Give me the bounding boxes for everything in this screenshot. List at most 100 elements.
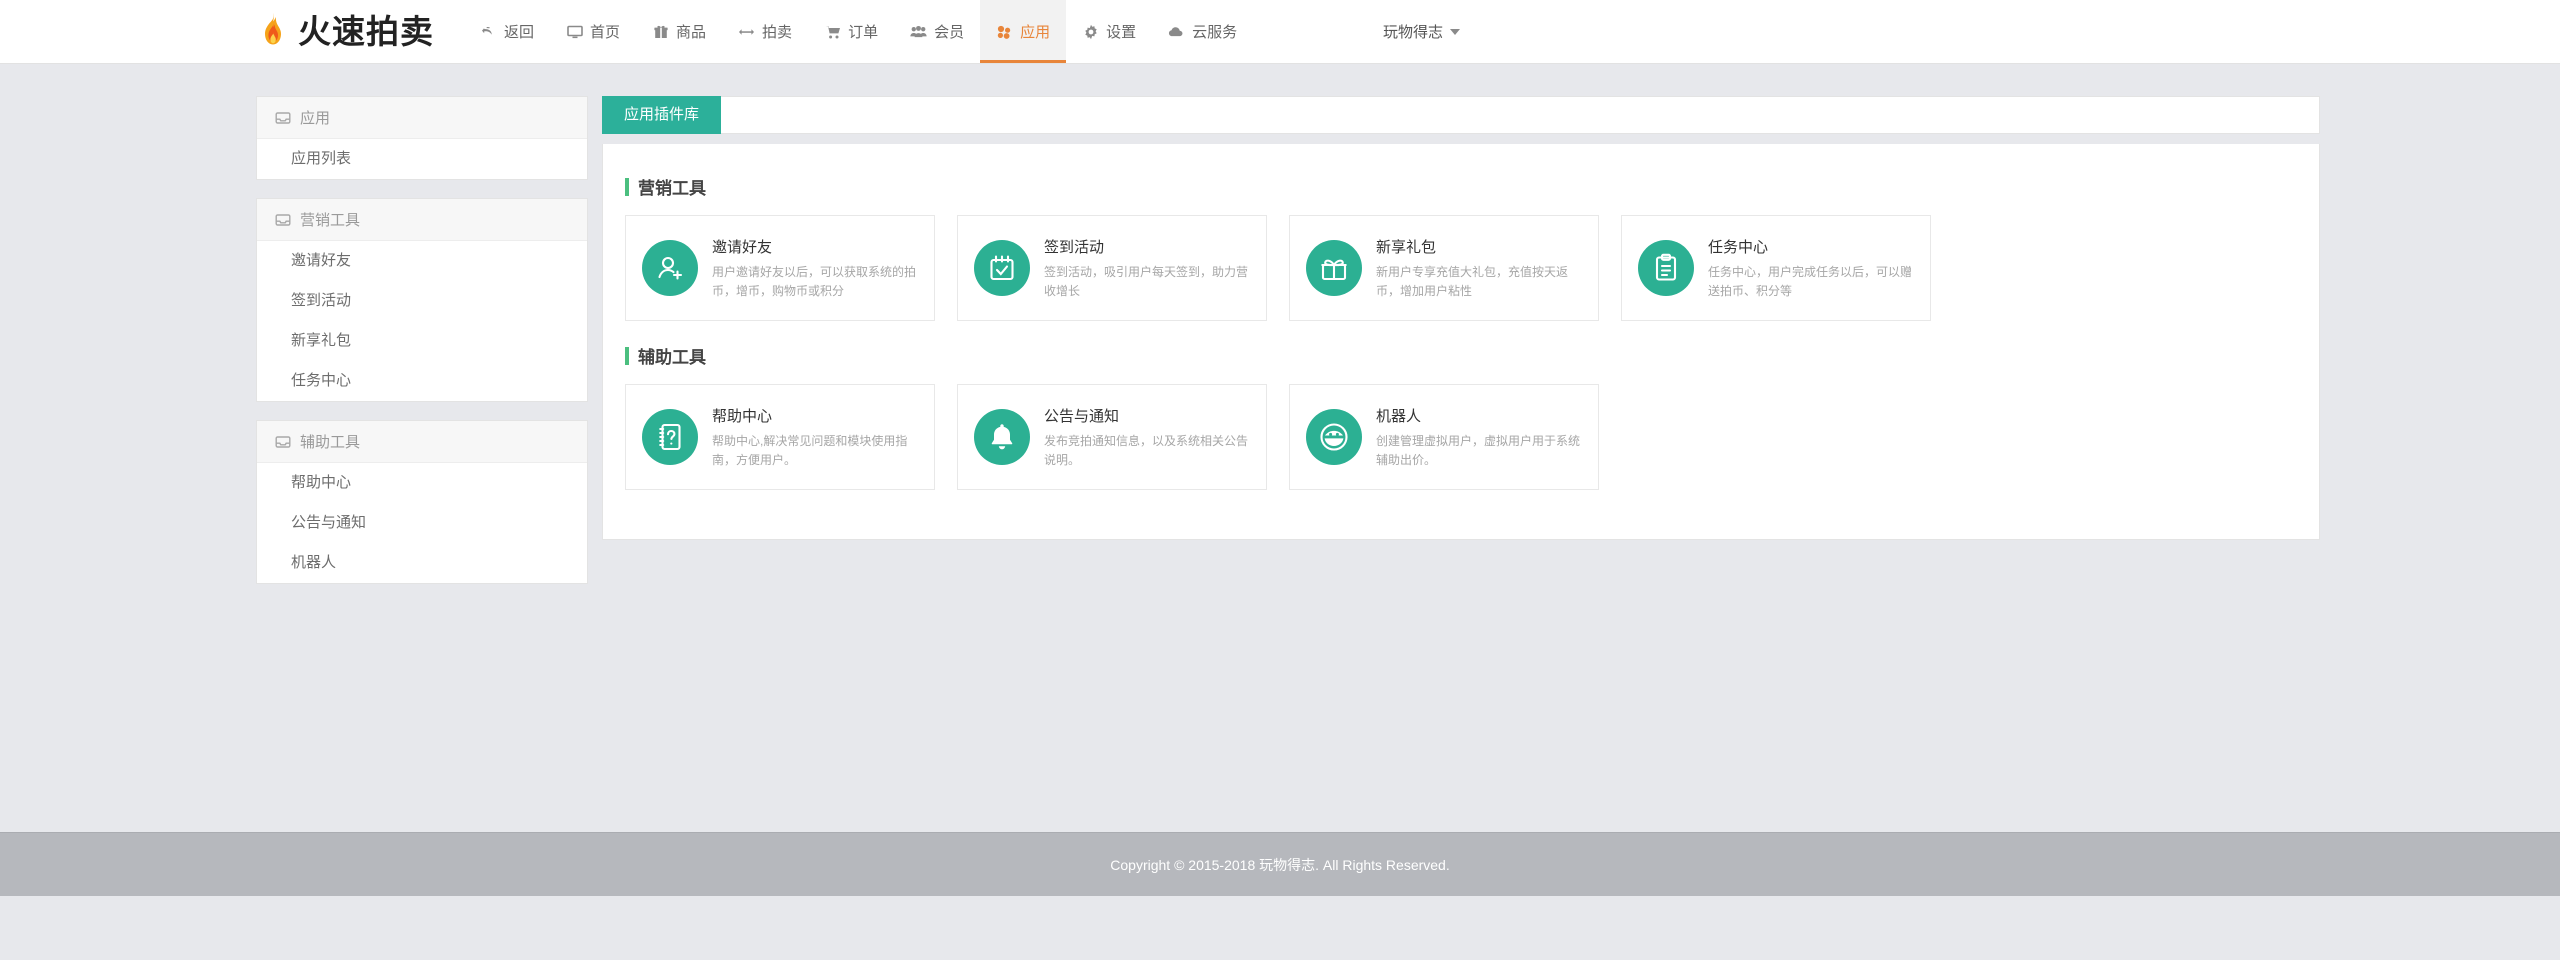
card-description: 用户邀请好友以后，可以获取系统的拍币，增币，购物币或积分 [712,264,917,298]
brand-name: 火速拍卖 [298,13,434,50]
nav-item-members[interactable]: 会员 [894,0,980,63]
desktop-monitor-icon [566,23,583,40]
card-description: 新用户专享充值大礼包，充值按天返币，增加用户粘性 [1376,264,1569,298]
content-area: 应用插件库 营销工具 邀请好友 用户邀请好友以后，可以获取系统的拍币，增币，购物… [602,96,2320,540]
page-body: 应用 应用列表 营销工具 邀请好友 签到活动 新享礼包 任务中心 辅助工具 帮助… [0,64,2560,896]
inbox-tray-icon [275,434,291,450]
content-panel: 营销工具 邀请好友 用户邀请好友以后，可以获取系统的拍币，增币，购物币或积分 签… [602,144,2320,540]
app-card-checkin-activity[interactable]: 签到活动 签到活动，吸引用户每天签到，助力营收增长 [957,215,1267,321]
app-card-task-center[interactable]: 任务中心 任务中心，用户完成任务以后，可以赠送拍币、积分等 [1621,215,1931,321]
app-card-robot[interactable]: 机器人 创建管理虚拟用户，虚拟用户用于系统辅助出价。 [1289,384,1599,490]
sidebar-item-task-center[interactable]: 任务中心 [257,361,587,401]
card-body: 机器人 创建管理虚拟用户，虚拟用户用于系统辅助出价。 [1376,405,1582,469]
brand-logo[interactable]: 火速拍卖 [0,0,464,63]
undo-arrow-icon [480,23,497,40]
card-description: 任务中心，用户完成任务以后，可以赠送拍币、积分等 [1708,264,1913,298]
card-body: 邀请好友 用户邀请好友以后，可以获取系统的拍币，增币，购物币或积分 [712,236,918,300]
nav-item-label: 设置 [1106,24,1137,41]
gift-box-icon [652,23,669,40]
sidebar-group-title: 应用 [300,110,331,127]
sidebar-group-title: 营销工具 [300,212,361,229]
nav-item-auction[interactable]: 拍卖 [722,0,808,63]
calendar-check-icon [974,240,1030,296]
section-title-label: 营销工具 [638,179,706,198]
cloud-icon [1168,23,1185,40]
tab-app-plugin-library[interactable]: 应用插件库 [602,96,722,134]
sidebar-group-marketing: 营销工具 邀请好友 签到活动 新享礼包 任务中心 [256,198,588,402]
sidebar-group-header: 应用 [257,97,587,139]
tab-bar: 应用插件库 [602,96,2320,134]
inbox-tray-icon [275,212,291,228]
sidebar-group-title: 辅助工具 [300,434,361,451]
app-card-newcomer-giftpack[interactable]: 新享礼包 新用户专享充值大礼包，充值按天返币，增加用户粘性 [1289,215,1599,321]
copyright-text: Copyright © 2015-2018 玩物得志. All Rights R… [1110,856,1450,873]
sidebar-group-apps: 应用 应用列表 [256,96,588,180]
user-plus-icon [642,240,698,296]
nav-item-apps[interactable]: 应用 [980,0,1067,63]
arrows-horizontal-icon [738,23,755,40]
sidebar-group-header: 辅助工具 [257,421,587,463]
sidebar: 应用 应用列表 营销工具 邀请好友 签到活动 新享礼包 任务中心 辅助工具 帮助… [256,96,588,602]
card-body: 任务中心 任务中心，用户完成任务以后，可以赠送拍币、积分等 [1708,236,1914,300]
nav-item-home[interactable]: 首页 [550,0,636,63]
user-name: 玩物得志 [1382,24,1443,41]
card-title: 新享礼包 [1376,238,1437,256]
bell-icon [974,409,1030,465]
nav-item-cloud[interactable]: 云服务 [1152,0,1253,63]
nav-item-label: 拍卖 [762,24,793,41]
card-grid-auxiliary: 帮助中心 帮助中心,解决常见问题和模块使用指南，方便用户。 公告与通知 发布竞拍… [625,384,2297,490]
nav-item-orders[interactable]: 订单 [808,0,894,63]
card-body: 公告与通知 发布竞拍通知信息，以及系统相关公告说明。 [1044,405,1250,469]
nav-item-list: 返回 首页 商品 拍卖 订单 会员 应用 设置 云服务 [464,0,1253,63]
nav-item-back[interactable]: 返回 [464,0,550,63]
inbox-tray-icon [275,110,291,126]
nav-item-label: 订单 [848,24,879,41]
card-body: 新享礼包 新用户专享充值大礼包，充值按天返币，增加用户粘性 [1376,236,1582,300]
card-title: 任务中心 [1708,238,1769,256]
sidebar-item-newcomer-giftpack[interactable]: 新享礼包 [257,321,587,361]
sidebar-group-header: 营销工具 [257,199,587,241]
card-title: 邀请好友 [712,238,773,256]
sidebar-group-auxiliary: 辅助工具 帮助中心 公告与通知 机器人 [256,420,588,584]
nav-item-label: 返回 [504,24,535,41]
sidebar-item-robot[interactable]: 机器人 [257,543,587,583]
sidebar-item-announcements[interactable]: 公告与通知 [257,503,587,543]
sidebar-item-invite-friends[interactable]: 邀请好友 [257,241,587,281]
card-title: 签到活动 [1044,238,1105,256]
section-accent-bar [625,346,629,365]
gear-icon [1082,23,1099,40]
app-card-help-center[interactable]: 帮助中心 帮助中心,解决常见问题和模块使用指南，方便用户。 [625,384,935,490]
app-card-invite-friends[interactable]: 邀请好友 用户邀请好友以后，可以获取系统的拍币，增币，购物币或积分 [625,215,935,321]
nav-item-label: 商品 [676,24,707,41]
question-book-icon [642,409,698,465]
cubes-icon [996,23,1013,40]
sidebar-item-checkin-activity[interactable]: 签到活动 [257,281,587,321]
card-description: 签到活动，吸引用户每天签到，助力营收增长 [1044,264,1249,298]
nav-item-label: 云服务 [1192,24,1238,41]
nav-item-label: 应用 [1020,24,1051,41]
page-layout: 应用 应用列表 营销工具 邀请好友 签到活动 新享礼包 任务中心 辅助工具 帮助… [0,96,2560,602]
page-footer: Copyright © 2015-2018 玩物得志. All Rights R… [0,832,2560,896]
section-accent-bar [625,177,629,196]
card-title: 帮助中心 [712,407,773,425]
flame-icon [256,12,290,52]
robot-face-icon [1306,409,1362,465]
shopping-cart-icon [824,23,841,40]
card-body: 签到活动 签到活动，吸引用户每天签到，助力营收增长 [1044,236,1250,300]
users-group-icon [910,23,927,40]
card-body: 帮助中心 帮助中心,解决常见问题和模块使用指南，方便用户。 [712,405,918,469]
sidebar-item-app-list[interactable]: 应用列表 [257,139,587,179]
card-title: 公告与通知 [1044,407,1120,425]
nav-item-goods[interactable]: 商品 [636,0,722,63]
card-description: 发布竞拍通知信息，以及系统相关公告说明。 [1044,433,1249,467]
section-title-marketing-tools: 营销工具 [625,174,2297,199]
nav-item-label: 会员 [934,24,965,41]
card-description: 创建管理虚拟用户，虚拟用户用于系统辅助出价。 [1376,433,1581,467]
section-title-auxiliary-tools: 辅助工具 [625,343,2297,368]
nav-item-settings[interactable]: 设置 [1066,0,1152,63]
card-description: 帮助中心,解决常见问题和模块使用指南，方便用户。 [712,433,908,467]
app-card-announcements[interactable]: 公告与通知 发布竞拍通知信息，以及系统相关公告说明。 [957,384,1267,490]
clipboard-list-icon [1638,240,1694,296]
user-menu[interactable]: 玩物得志 [1383,0,2560,63]
sidebar-item-help-center[interactable]: 帮助中心 [257,463,587,503]
